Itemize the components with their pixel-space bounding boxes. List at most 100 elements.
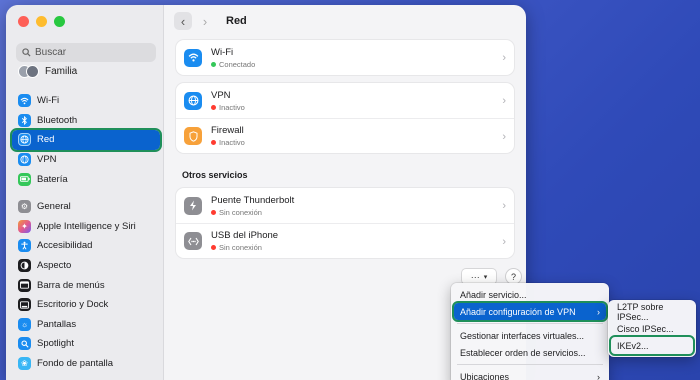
sidebar-item-spotlight[interactable]: Spotlight xyxy=(12,334,160,354)
menu-item-manage-virtual-interfaces[interactable]: Gestionar interfaces virtuales... xyxy=(454,327,606,344)
menu-item-label: Ubicaciones xyxy=(460,371,510,380)
sidebar-item-label: Bluetooth xyxy=(37,114,78,126)
zoom-button[interactable] xyxy=(54,16,65,27)
sidebar-item-aspecto[interactable]: Aspecto xyxy=(12,256,160,276)
dock-icon xyxy=(18,298,31,312)
family-item[interactable]: Familia xyxy=(18,65,77,78)
menu-item-label: Cisco IPSec... xyxy=(617,323,674,334)
submenu-item-ikev2[interactable]: IKEv2... xyxy=(609,335,695,356)
card-other-services: Puente Thunderbolt Sin conexión › USB de… xyxy=(176,188,514,258)
service-title: Firewall xyxy=(211,125,244,136)
sidebar-item-label: VPN xyxy=(37,154,57,166)
service-row-usb-iphone[interactable]: USB del iPhone Sin conexión › xyxy=(176,223,514,258)
usb-icon xyxy=(184,232,202,250)
sidebar-item-label: Aspecto xyxy=(37,260,72,272)
gear-icon: ⚙ xyxy=(18,200,31,214)
service-title: USB del iPhone xyxy=(211,230,279,241)
ellipsis-icon: ··· xyxy=(470,271,480,282)
sidebar-item-label: Accesibilidad xyxy=(37,240,93,252)
sidebar-item-label: General xyxy=(37,201,71,213)
service-row-wifi[interactable]: Wi-Fi Conectado › xyxy=(176,40,514,75)
sidebar: Buscar Familia Wi-Fi Bluetooth Red VPN B… xyxy=(6,5,164,380)
forward-button[interactable]: › xyxy=(196,12,214,30)
sidebar-item-label: Spotlight xyxy=(37,338,74,350)
status-dot-icon xyxy=(211,245,216,250)
sidebar-item-red[interactable]: Red xyxy=(10,128,162,152)
search-icon xyxy=(22,48,31,57)
status-dot-icon xyxy=(211,61,216,67)
service-status-text: Inactivo xyxy=(219,138,245,147)
service-status: Inactivo xyxy=(211,103,245,112)
status-dot-icon xyxy=(211,209,216,215)
family-avatars-icon xyxy=(18,65,39,78)
thunderbolt-icon xyxy=(184,196,202,215)
service-status-text: Conectado xyxy=(219,59,256,69)
menu-item-add-vpn-config[interactable]: Añadir configuración de VPN › xyxy=(452,301,608,322)
chevron-right-icon: › xyxy=(502,131,506,143)
action-menu-button[interactable]: ··· ▾ xyxy=(462,269,496,284)
page-title: Red xyxy=(226,15,247,27)
chevron-right-icon: › xyxy=(502,52,506,64)
sidebar-item-barra-de-menus[interactable]: Barra de menús xyxy=(12,275,160,295)
sidebar-item-label: Fondo de pantalla xyxy=(37,358,114,370)
menu-item-label: Añadir configuración de VPN xyxy=(460,306,576,317)
help-button[interactable]: ? xyxy=(506,269,521,284)
sidebar-item-bateria[interactable]: Batería xyxy=(12,169,160,189)
submenu-item-l2tp[interactable]: L2TP sobre IPSec... xyxy=(611,302,693,322)
service-title: VPN xyxy=(211,89,231,101)
service-status: Conectado xyxy=(211,60,255,69)
sidebar-group-system: ⚙ General ✦ Apple Intelligence y Siri Ac… xyxy=(12,197,160,373)
chevron-right-icon: › xyxy=(502,236,506,248)
menu-item-label: Establecer orden de servicios... xyxy=(460,347,586,358)
system-settings-window: Buscar Familia Wi-Fi Bluetooth Red VPN B… xyxy=(6,5,526,380)
sidebar-item-general[interactable]: ⚙ General xyxy=(12,197,160,217)
sidebar-item-label: Apple Intelligence y Siri xyxy=(37,220,136,232)
service-status-text: Sin conexión xyxy=(219,207,262,217)
service-status-text: Inactivo xyxy=(219,102,245,112)
close-button[interactable] xyxy=(18,16,29,27)
action-dropdown-menu: Añadir servicio... Añadir configuración … xyxy=(451,283,609,380)
chevron-left-icon: ‹ xyxy=(180,13,186,29)
sidebar-item-escritorio-y-dock[interactable]: Escritorio y Dock xyxy=(12,295,160,315)
submenu-arrow-icon: › xyxy=(597,306,600,317)
search-field[interactable]: Buscar xyxy=(16,43,156,62)
menu-item-add-service[interactable]: Añadir servicio... xyxy=(454,286,606,303)
sidebar-item-pantallas[interactable]: ☼ Pantallas xyxy=(12,315,160,335)
appearance-icon xyxy=(18,259,31,273)
submenu-arrow-icon: › xyxy=(597,371,600,380)
sidebar-item-label: Batería xyxy=(37,173,68,185)
help-icon: ? xyxy=(510,271,516,282)
menu-item-label: IKEv2... xyxy=(617,340,649,351)
sidebar-item-apple-intelligence[interactable]: ✦ Apple Intelligence y Siri xyxy=(12,217,160,237)
chevron-right-icon: › xyxy=(502,200,506,212)
back-button[interactable]: ‹ xyxy=(174,12,192,30)
sidebar-item-wifi[interactable]: Wi-Fi xyxy=(12,91,160,111)
toolbar: ‹ › Red xyxy=(164,5,526,37)
section-title-otros-servicios: Otros servicios xyxy=(182,170,248,180)
service-status-text: Sin conexión xyxy=(219,243,262,252)
service-row-thunderbolt[interactable]: Puente Thunderbolt Sin conexión › xyxy=(176,188,514,223)
search-placeholder: Buscar xyxy=(35,47,67,58)
service-row-firewall[interactable]: Firewall Inactivo › xyxy=(176,118,514,153)
submenu-item-cisco-ipsec[interactable]: Cisco IPSec... xyxy=(611,320,693,337)
sidebar-item-vpn[interactable]: VPN xyxy=(12,150,160,170)
battery-icon xyxy=(18,172,31,186)
display-icon: ☼ xyxy=(18,317,31,331)
sidebar-item-fondo-de-pantalla[interactable]: ❀ Fondo de pantalla xyxy=(12,354,160,374)
accessibility-icon xyxy=(18,239,31,253)
sidebar-item-bluetooth[interactable]: Bluetooth xyxy=(12,111,160,131)
sidebar-item-label: Barra de menús xyxy=(37,279,105,291)
service-row-vpn[interactable]: VPN Inactivo › xyxy=(176,83,514,118)
chevron-right-icon: › xyxy=(202,13,208,29)
wifi-icon xyxy=(18,94,31,108)
status-dot-icon xyxy=(211,104,216,110)
bluetooth-icon xyxy=(18,113,31,127)
family-label: Familia xyxy=(45,66,78,77)
menu-item-locations[interactable]: Ubicaciones › xyxy=(454,368,606,380)
vpn-icon xyxy=(18,153,31,167)
menu-item-set-service-order[interactable]: Establecer orden de servicios... xyxy=(454,344,606,361)
chevron-right-icon: › xyxy=(502,95,506,107)
minimize-button[interactable] xyxy=(36,16,47,27)
sidebar-item-accesibilidad[interactable]: Accesibilidad xyxy=(12,236,160,256)
window-controls xyxy=(18,16,65,27)
